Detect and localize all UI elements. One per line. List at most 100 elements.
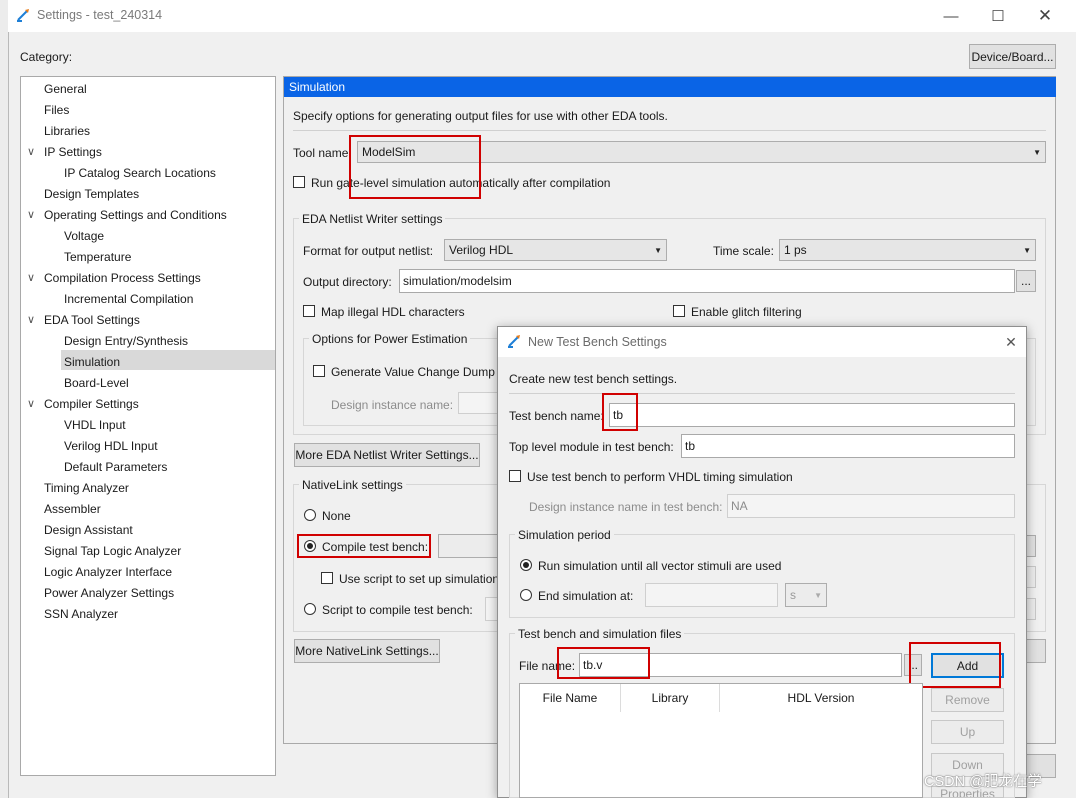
tree-item[interactable]: Incremental Compilation — [64, 289, 193, 309]
watermark: CSDN @肥龙在学 — [924, 774, 1042, 790]
end-unit-select[interactable]: s ▼ — [785, 583, 827, 607]
annotation-highlight — [602, 393, 638, 431]
dialog-title: New Test Bench Settings — [528, 335, 667, 349]
chevron-down-icon[interactable]: ∨ — [24, 142, 38, 162]
chevron-down-icon[interactable]: ∨ — [24, 394, 38, 414]
enable-glitch-checkbox[interactable] — [673, 305, 685, 317]
minimize-icon[interactable]: — — [928, 0, 974, 32]
output-dir-browse-button[interactable]: ... — [1016, 270, 1036, 292]
tree-item-label: Operating Settings and Conditions — [44, 208, 227, 222]
close-icon[interactable]: ✕ — [1022, 0, 1068, 32]
tree-item[interactable]: Temperature — [64, 247, 131, 267]
format-select[interactable]: Verilog HDL ▼ — [444, 239, 667, 261]
design-instance-input[interactable] — [458, 392, 498, 414]
tree-item-label: Design Assistant — [44, 523, 133, 537]
use-script-label: Use script to set up simulation — [339, 572, 500, 586]
use-vhdl-timing-label: Use test bench to perform VHDL timing si… — [527, 470, 793, 484]
end-sim-input[interactable] — [645, 583, 778, 607]
remove-button[interactable]: Remove — [931, 688, 1004, 712]
tree-item-label: Temperature — [64, 250, 132, 264]
column-header-hdl-version[interactable]: HDL Version — [720, 684, 922, 712]
tree-item[interactable]: Timing Analyzer — [44, 478, 129, 498]
annotation-highlight — [349, 135, 481, 199]
run-until-radio[interactable] — [520, 559, 532, 571]
nativelink-group-title: NativeLink settings — [299, 478, 406, 492]
top-module-input[interactable]: tb — [681, 434, 1015, 458]
tree-item[interactable]: Libraries — [44, 121, 90, 141]
use-script-checkbox[interactable] — [321, 572, 333, 584]
none-radio[interactable] — [304, 509, 316, 521]
tree-item[interactable]: Verilog HDL Input — [64, 436, 158, 456]
format-value: Verilog HDL — [449, 243, 514, 257]
tree-item[interactable]: General — [44, 79, 87, 99]
tree-item[interactable]: VHDL Input — [64, 415, 126, 435]
tree-item[interactable]: Simulation — [64, 352, 120, 372]
panel-header: Simulation — [284, 77, 1056, 97]
tree-item[interactable]: ∨ Compilation Process Settings — [27, 268, 201, 288]
design-inst-input[interactable]: NA — [727, 494, 1015, 518]
tree-item-label: Compilation Process Settings — [44, 271, 201, 285]
tree-item[interactable]: ∨ Compiler Settings — [27, 394, 139, 414]
use-vhdl-timing-checkbox[interactable] — [509, 470, 521, 482]
tree-item-label: Incremental Compilation — [64, 292, 194, 306]
tree-item[interactable]: Board-Level — [64, 373, 129, 393]
tree-item[interactable]: Signal Tap Logic Analyzer — [44, 541, 181, 561]
chevron-down-icon: ▼ — [1033, 147, 1041, 157]
tree-item-label: Design Entry/Synthesis — [64, 334, 189, 348]
enable-glitch-label: Enable glitch filtering — [691, 305, 802, 319]
tree-item-label: IP Settings — [44, 145, 102, 159]
annotation-highlight — [557, 647, 650, 679]
chevron-down-icon[interactable]: ∨ — [24, 268, 38, 288]
app-icon — [16, 7, 32, 23]
tree-item[interactable]: Design Templates — [44, 184, 139, 204]
tree-item-label: Board-Level — [64, 376, 129, 390]
column-header-library[interactable]: Library — [621, 684, 720, 712]
more-nativelink-settings-button[interactable]: More NativeLink Settings... — [294, 639, 440, 663]
format-label: Format for output netlist: — [303, 244, 434, 258]
top-module-label: Top level module in test bench: — [509, 440, 674, 454]
close-icon[interactable]: ✕ — [998, 330, 1024, 354]
tree-item[interactable]: Files — [44, 100, 69, 120]
tree-item[interactable]: SSN Analyzer — [44, 604, 118, 624]
maximize-icon[interactable]: ☐ — [975, 0, 1021, 32]
end-sim-radio[interactable] — [520, 589, 532, 601]
timescale-select[interactable]: 1 ps ▼ — [779, 239, 1036, 261]
tree-item-label: Files — [44, 103, 70, 117]
tree-item-label: Libraries — [44, 124, 91, 138]
tree-item[interactable]: Default Parameters — [64, 457, 167, 477]
window-title: Settings - test_240314 — [37, 8, 163, 22]
output-dir-input[interactable]: simulation/modelsim — [399, 269, 1015, 293]
chevron-down-icon[interactable]: ∨ — [24, 205, 38, 225]
chevron-down-icon[interactable]: ∨ — [24, 310, 38, 330]
tree-item[interactable]: Voltage — [64, 226, 104, 246]
run-gate-level-checkbox[interactable] — [293, 176, 305, 188]
chevron-down-icon: ▼ — [814, 590, 822, 600]
reset-button[interactable] — [1026, 639, 1046, 663]
up-button[interactable]: Up — [931, 720, 1004, 744]
script-compile-radio[interactable] — [304, 603, 316, 615]
category-label: Category: — [20, 50, 73, 64]
tree-item[interactable]: Design Assistant — [44, 520, 133, 540]
tree-item[interactable]: ∨ IP Settings — [27, 142, 102, 162]
tree-item[interactable]: ∨ Operating Settings and Conditions — [27, 205, 227, 225]
tree-item[interactable]: ∨ EDA Tool Settings — [27, 310, 140, 330]
column-header-file-name[interactable]: File Name — [520, 684, 621, 712]
tree-item[interactable]: Design Entry/Synthesis — [64, 331, 188, 351]
tree-item[interactable]: Logic Analyzer Interface — [44, 562, 172, 582]
tb-name-input[interactable]: tb — [609, 403, 1015, 427]
annotation-highlight — [909, 642, 1001, 688]
tree-item[interactable]: Power Analyzer Settings — [44, 583, 174, 603]
tree-item[interactable]: IP Catalog Search Locations — [64, 163, 216, 183]
generate-vcd-checkbox[interactable] — [313, 365, 325, 377]
generate-vcd-label: Generate Value Change Dump ( — [331, 365, 503, 379]
title-bar — [8, 0, 1076, 32]
timescale-label: Time scale: — [713, 244, 774, 258]
none-label: None — [322, 509, 351, 523]
more-eda-settings-button[interactable]: More EDA Netlist Writer Settings... — [294, 443, 480, 467]
tree-item-label: Timing Analyzer — [44, 481, 129, 495]
map-illegal-checkbox[interactable] — [303, 305, 315, 317]
compile-tb-select[interactable] — [438, 534, 500, 558]
tree-item[interactable]: Assembler — [44, 499, 101, 519]
tree-item-label: Design Templates — [44, 187, 140, 201]
device-board-button[interactable]: Device/Board... — [969, 44, 1056, 69]
